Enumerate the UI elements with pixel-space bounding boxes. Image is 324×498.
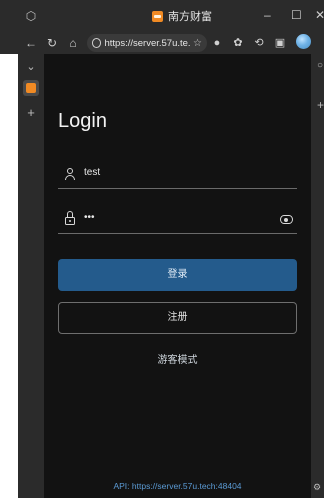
lock-icon <box>64 211 76 225</box>
api-endpoint-label: API: https://server.57u.tech:48404 <box>113 481 242 491</box>
puzzle-icon[interactable]: ✿ <box>230 35 246 51</box>
tab-title-area: 南方财富 <box>152 8 212 24</box>
tab-title: 南方财富 <box>168 11 212 23</box>
search-icon[interactable]: ○ <box>317 60 323 71</box>
star-icon[interactable]: ☆ <box>193 38 207 49</box>
username-value: test <box>84 167 101 178</box>
favicon-icon <box>152 10 163 22</box>
close-button[interactable]: ✕ <box>315 8 324 22</box>
eye-icon[interactable] <box>280 215 293 224</box>
minimize-button[interactable]: – <box>264 8 271 22</box>
screenshot-icon[interactable]: ▣ <box>272 35 288 51</box>
settings-icon[interactable]: ⚙ <box>313 482 321 493</box>
window-menu-icon[interactable]: ⬡ <box>24 9 38 23</box>
username-field[interactable]: test <box>58 157 297 189</box>
password-value: ••• <box>84 212 95 223</box>
left-edge <box>0 54 18 498</box>
browser-window: ⬡ 南方财富 – ☐ ✕ ← ↻ ⌂ https://server.57u.te… <box>0 0 324 498</box>
home-button[interactable]: ⌂ <box>65 35 81 51</box>
url-text: https://server.57u.te... <box>104 37 191 49</box>
extension-icon[interactable]: ● <box>209 35 225 51</box>
login-page: Login test ••• 登录 注册 游客模式 API: https://s… <box>44 54 311 498</box>
address-bar[interactable]: https://server.57u.te... ☆ <box>87 34 207 52</box>
back-button[interactable]: ← <box>23 35 39 51</box>
guest-mode-link[interactable]: 游客模式 <box>44 351 311 366</box>
vertical-tabs-sidebar: ⌄ + <box>18 54 44 498</box>
chevron-down-icon[interactable]: ⌄ <box>24 60 38 74</box>
page-title: Login <box>58 110 107 132</box>
add-tab-button[interactable]: + <box>24 106 38 120</box>
profile-avatar[interactable] <box>296 34 311 49</box>
browser-toolbar: ← ↻ ⌂ https://server.57u.te... ☆ ● ✿ ⟲ ▣ <box>0 32 324 54</box>
history-icon[interactable]: ⟲ <box>251 35 267 51</box>
password-field[interactable]: ••• <box>58 202 297 234</box>
register-button[interactable]: 注册 <box>58 302 297 334</box>
title-bar: ⬡ 南方财富 – ☐ ✕ <box>0 0 324 32</box>
login-button[interactable]: 登录 <box>58 259 297 291</box>
site-info-icon[interactable] <box>92 38 102 48</box>
refresh-button[interactable]: ↻ <box>44 35 60 51</box>
maximize-button[interactable]: ☐ <box>291 8 302 22</box>
sidebar-tab-app[interactable] <box>23 80 39 96</box>
user-icon <box>64 168 76 180</box>
add-panel-button[interactable]: + <box>317 98 324 112</box>
right-side-panel: ○ + <box>311 54 324 498</box>
